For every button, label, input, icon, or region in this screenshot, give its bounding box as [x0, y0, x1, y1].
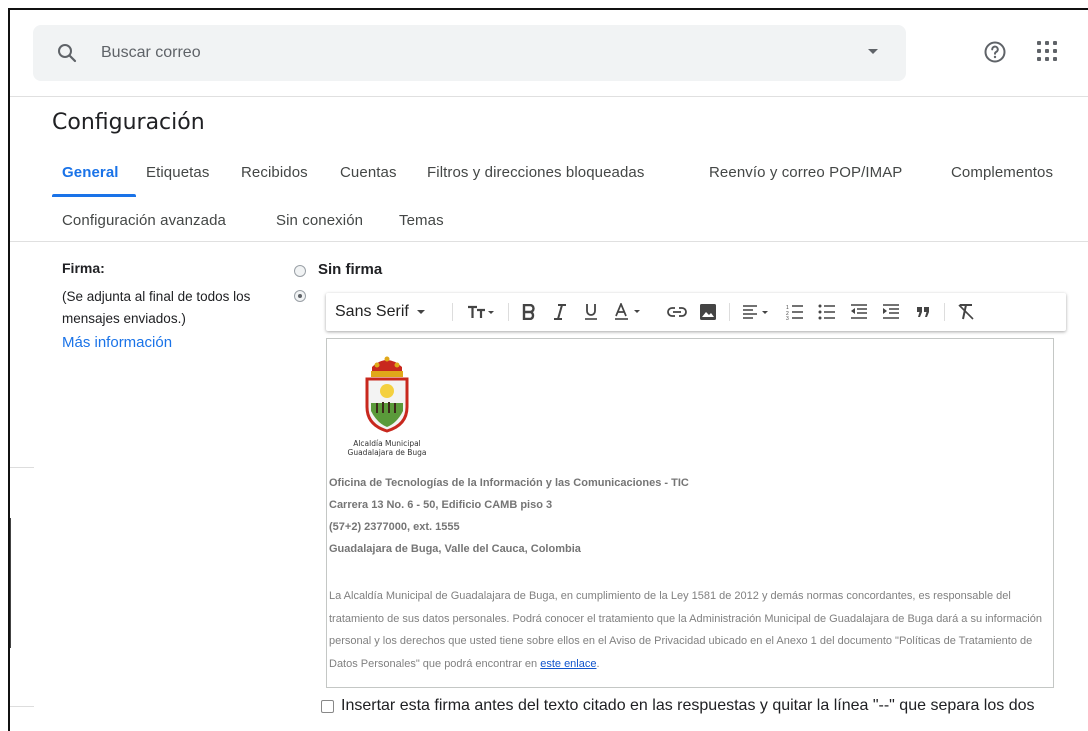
- page-title: Configuración: [52, 110, 205, 135]
- search-input[interactable]: Buscar correo: [101, 41, 201, 65]
- toolbar-separator: [729, 303, 730, 321]
- underline-icon[interactable]: [579, 293, 603, 331]
- tab-complementos[interactable]: Complementos: [951, 163, 1053, 183]
- text-color-icon[interactable]: [609, 293, 649, 331]
- indent-less-icon[interactable]: [846, 293, 872, 331]
- svg-text:3: 3: [786, 316, 789, 320]
- font-family-select[interactable]: Sans Serif: [335, 293, 425, 331]
- chevron-down-icon: [416, 310, 425, 314]
- font-family-value: Sans Serif: [335, 303, 409, 320]
- formatting-toolbar: Sans Serif 123: [326, 293, 1066, 331]
- text-size-icon[interactable]: [460, 293, 500, 331]
- edge-divider: [10, 706, 34, 707]
- signature-label: Firma:: [62, 260, 105, 276]
- tab-filtros[interactable]: Filtros y direcciones bloqueadas: [427, 163, 644, 183]
- apps-grid-icon[interactable]: [1037, 41, 1057, 61]
- privacy-link[interactable]: este enlace: [540, 658, 596, 670]
- quote-icon[interactable]: [910, 293, 936, 331]
- legal-text: La Alcaldía Municipal de Guadalajara de …: [329, 590, 1042, 670]
- tab-sin-conexion[interactable]: Sin conexión: [276, 211, 363, 231]
- signature-description: (Se adjunta al final de todos los mensaj…: [62, 289, 251, 326]
- active-tab-indicator: [52, 194, 136, 197]
- numbered-list-icon[interactable]: 123: [782, 293, 808, 331]
- chevron-down-icon[interactable]: [868, 49, 878, 54]
- signature-office: Oficina de Tecnologías de la Información…: [329, 477, 689, 489]
- align-icon[interactable]: [736, 293, 776, 331]
- signature-address: Carrera 13 No. 6 - 50, Edificio CAMB pis…: [329, 499, 553, 511]
- municipality-logo: Alcaldía Municipal Guadalajara de Buga: [331, 345, 443, 457]
- toolbar-separator: [452, 303, 453, 321]
- toolbar-separator: [944, 303, 945, 321]
- tab-recibidos[interactable]: Recibidos: [241, 163, 308, 183]
- header-divider: [10, 96, 1088, 97]
- signature-phone: (57+2) 2377000, ext. 1555: [329, 521, 460, 533]
- signature-city: Guadalajara de Buga, Valle del Cauca, Co…: [329, 543, 581, 555]
- logo-caption: Guadalajara de Buga: [347, 448, 427, 457]
- tabs-divider: [10, 241, 1088, 242]
- toolbar-separator: [508, 303, 509, 321]
- insert-before-quote-checkbox[interactable]: [321, 700, 334, 713]
- search-icon[interactable]: [55, 41, 79, 65]
- radio-no-signature[interactable]: [294, 265, 306, 277]
- remove-formatting-icon[interactable]: [952, 293, 980, 331]
- radio-signature[interactable]: [294, 290, 306, 302]
- coat-of-arms-icon: [365, 356, 409, 433]
- window-top-border: [8, 8, 1088, 10]
- image-icon[interactable]: [695, 293, 721, 331]
- tab-configuracion-avanzada[interactable]: Configuración avanzada: [62, 211, 226, 231]
- bold-icon[interactable]: [517, 293, 541, 331]
- logo-caption: Alcaldía Municipal: [353, 439, 421, 448]
- legal-text-end: .: [596, 657, 600, 670]
- tab-temas[interactable]: Temas: [399, 211, 444, 231]
- indent-more-icon[interactable]: [878, 293, 904, 331]
- signature-legal-text: La Alcaldía Municipal de Guadalajara de …: [329, 585, 1051, 675]
- link-icon[interactable]: [664, 293, 690, 331]
- insert-before-quote-label[interactable]: Insertar esta firma antes del texto cita…: [341, 697, 1035, 715]
- signature-editor[interactable]: Alcaldía Municipal Guadalajara de Buga O…: [326, 338, 1054, 688]
- radio-no-signature-label[interactable]: Sin firma: [318, 261, 382, 278]
- search-bar[interactable]: Buscar correo: [33, 25, 906, 81]
- more-info-link[interactable]: Más información: [62, 334, 172, 351]
- tab-etiquetas[interactable]: Etiquetas: [146, 163, 209, 183]
- help-icon[interactable]: [983, 40, 1007, 64]
- tab-cuentas[interactable]: Cuentas: [340, 163, 397, 183]
- tab-general[interactable]: General: [62, 163, 119, 183]
- edge-divider: [10, 467, 34, 468]
- bulleted-list-icon[interactable]: [814, 293, 840, 331]
- edge-divider: [10, 518, 11, 648]
- italic-icon[interactable]: [548, 293, 572, 331]
- tab-reenvio[interactable]: Reenvío y correo POP/IMAP: [709, 163, 902, 183]
